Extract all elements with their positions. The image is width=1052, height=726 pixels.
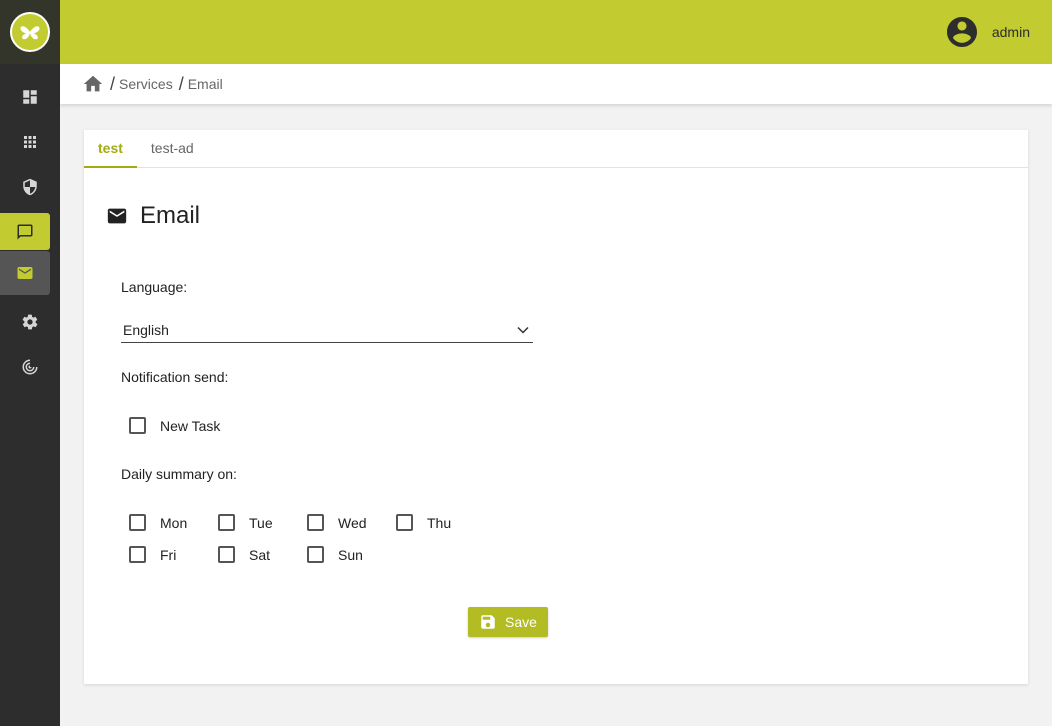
checkbox-box[interactable] <box>129 514 146 531</box>
dashboard-icon <box>23 90 37 104</box>
sidebar <box>0 0 60 726</box>
sidebar-item-email[interactable] <box>0 251 50 295</box>
day-label: Fri <box>160 546 177 563</box>
apps-icon <box>24 136 36 148</box>
checkbox-box[interactable] <box>218 514 235 531</box>
breadcrumb-services[interactable]: Services <box>119 76 173 92</box>
daily-summary-label: Daily summary on: <box>121 466 237 482</box>
day-label: Sat <box>249 546 271 563</box>
logo-area[interactable] <box>0 0 60 64</box>
day-checkbox-mon[interactable]: Mon <box>129 514 187 531</box>
mail-icon <box>17 267 33 279</box>
app-logo <box>10 12 50 52</box>
language-label: Language: <box>121 279 188 295</box>
top-bar: admin <box>60 0 1052 64</box>
checkbox-box[interactable] <box>307 514 324 531</box>
day-label: Tue <box>249 514 273 531</box>
tab-test[interactable]: test <box>84 130 137 168</box>
sidebar-item-chat[interactable] <box>0 213 50 250</box>
shield-icon <box>23 178 37 196</box>
breadcrumb-separator: / <box>110 73 116 94</box>
tab-test-ad[interactable]: test-ad <box>137 130 208 168</box>
language-value: English <box>123 322 169 338</box>
email-settings-card: test test-ad Email Language: English Not… <box>84 130 1028 684</box>
sidebar-item-monitoring[interactable] <box>0 347 60 387</box>
day-checkbox-fri[interactable]: Fri <box>129 546 176 563</box>
chevron-down-icon <box>517 326 529 334</box>
checkbox-box[interactable] <box>129 417 146 434</box>
day-checkbox-wed[interactable]: Wed <box>307 514 367 531</box>
save-label: Save <box>505 614 537 630</box>
save-icon <box>481 615 495 629</box>
new-task-label: New Task <box>160 417 221 434</box>
new-task-checkbox[interactable]: New Task <box>129 417 220 434</box>
username: admin <box>991 24 1030 40</box>
mail-icon <box>107 208 127 224</box>
checkbox-box[interactable] <box>396 514 413 531</box>
day-label: Wed <box>338 514 367 531</box>
chat-icon <box>17 224 33 239</box>
day-label: Mon <box>160 514 188 531</box>
language-select[interactable]: English <box>121 318 533 343</box>
breadcrumb: / Services / Email <box>60 64 1052 104</box>
home-icon[interactable] <box>82 73 104 95</box>
checkbox-box[interactable] <box>307 546 324 563</box>
account-icon <box>946 17 977 47</box>
day-checkbox-sat[interactable]: Sat <box>218 546 270 563</box>
checkbox-box[interactable] <box>129 546 146 563</box>
day-checkbox-sun[interactable]: Sun <box>307 546 363 563</box>
page-title-text: Email <box>140 202 201 229</box>
sidebar-item-settings[interactable] <box>0 302 60 342</box>
breadcrumb-email: Email <box>187 76 223 92</box>
radar-icon <box>22 359 38 375</box>
checkbox-box[interactable] <box>218 546 235 563</box>
gear-icon <box>22 314 38 330</box>
sidebar-item-security[interactable] <box>0 167 60 207</box>
user-menu[interactable]: admin <box>944 14 1030 50</box>
day-checkbox-thu[interactable]: Thu <box>396 514 451 531</box>
notification-label: Notification send: <box>121 369 229 385</box>
day-label: Thu <box>427 514 452 531</box>
page-title: Email <box>106 202 200 230</box>
sidebar-item-apps[interactable] <box>0 122 60 162</box>
breadcrumb-separator: / <box>178 73 184 94</box>
day-checkbox-tue[interactable]: Tue <box>218 514 273 531</box>
day-label: Sun <box>338 546 363 563</box>
tab-bar: test test-ad <box>84 130 1028 168</box>
sidebar-item-dashboard[interactable] <box>0 77 60 117</box>
save-button[interactable]: Save <box>468 607 548 637</box>
